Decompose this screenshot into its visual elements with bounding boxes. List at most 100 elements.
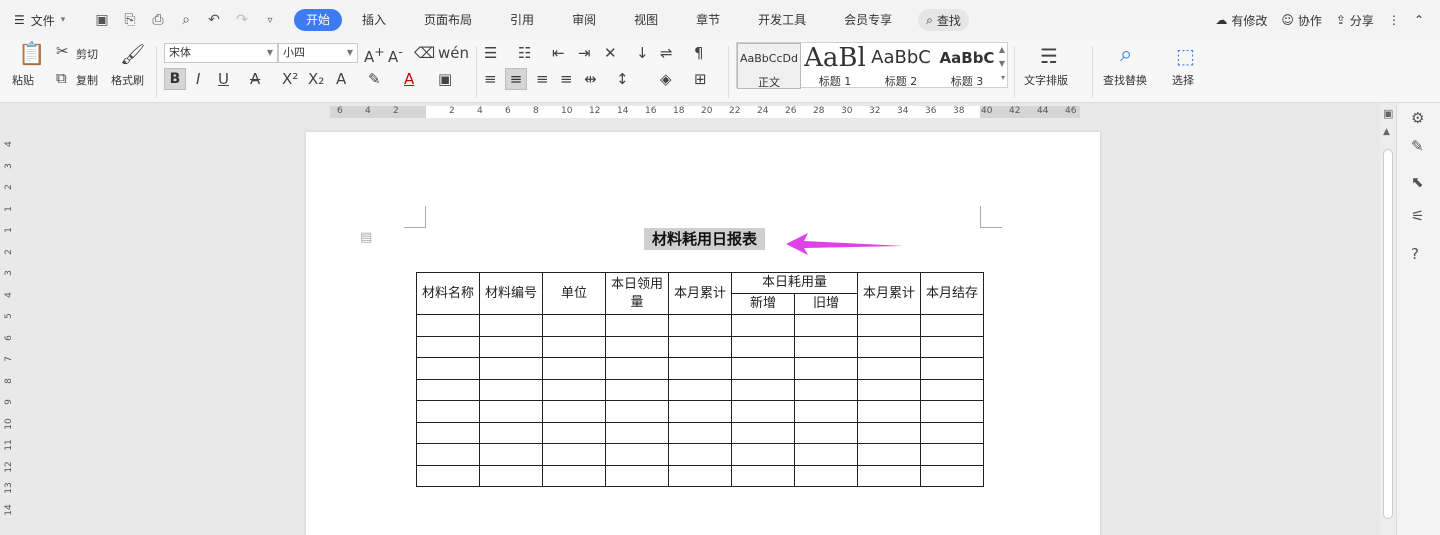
distribute-icon[interactable]: ⇹ bbox=[584, 70, 597, 88]
table-cell[interactable] bbox=[542, 443, 606, 466]
table-cell[interactable] bbox=[731, 443, 795, 466]
header-cell[interactable]: 本月累计 bbox=[857, 272, 921, 315]
justify-icon[interactable]: ≡ bbox=[560, 70, 573, 88]
find-replace-icon[interactable]: ⌕ bbox=[1120, 42, 1132, 67]
table-cell[interactable] bbox=[542, 357, 606, 380]
align-right-icon[interactable]: ≡ bbox=[536, 70, 549, 88]
brush-icon[interactable]: 🖌 bbox=[120, 42, 145, 66]
bullet-list-icon[interactable]: ☰ bbox=[484, 44, 497, 62]
table-cell[interactable] bbox=[479, 357, 543, 380]
header-cell[interactable]: 本日领用量 bbox=[605, 272, 669, 315]
table-cell[interactable] bbox=[857, 335, 921, 358]
align-left-icon[interactable]: ≡ bbox=[484, 70, 497, 88]
table-cell[interactable] bbox=[794, 357, 858, 380]
format-painter-button[interactable]: 格式刷 bbox=[111, 72, 144, 88]
document-title[interactable]: 材料耗用日报表 bbox=[644, 228, 766, 250]
style-normal[interactable]: AaBbCcDd 正文 bbox=[737, 43, 801, 89]
text-effect-icon[interactable]: A bbox=[336, 70, 346, 88]
sliders-icon[interactable]: ⚟ bbox=[1411, 207, 1424, 225]
subscript-button[interactable]: X₂ bbox=[308, 70, 324, 88]
table-cell[interactable] bbox=[605, 378, 669, 401]
view-toggle-icon[interactable]: ▣ bbox=[1383, 107, 1393, 120]
table-cell[interactable] bbox=[668, 378, 732, 401]
table-cell[interactable] bbox=[542, 335, 606, 358]
table-cell[interactable] bbox=[479, 314, 543, 337]
table-cell[interactable] bbox=[668, 464, 732, 487]
table-cell[interactable] bbox=[857, 443, 921, 466]
tab-view[interactable]: 视图 bbox=[622, 9, 670, 31]
italic-button[interactable]: I bbox=[196, 70, 200, 88]
tab-home[interactable]: 开始 bbox=[294, 9, 343, 31]
adjust-icon[interactable]: ⚙ bbox=[1411, 109, 1424, 127]
font-size-select[interactable]: 小四 ▼ bbox=[278, 43, 358, 63]
numbered-list-icon[interactable]: ☷ bbox=[518, 44, 531, 62]
bold-button[interactable]: B bbox=[164, 68, 186, 90]
scroll-up-icon[interactable]: ▲ bbox=[999, 45, 1005, 54]
share-button[interactable]: ⇪ 分享 bbox=[1336, 12, 1374, 29]
table-cell[interactable] bbox=[920, 314, 984, 337]
document-page[interactable]: ▤ 材料耗用日报表 材料名称 材料编号 单位 本日领用量 本月累计 本日耗用量 … bbox=[306, 132, 1100, 535]
table-cell[interactable] bbox=[731, 314, 795, 337]
table-cell[interactable] bbox=[731, 378, 795, 401]
header-cell[interactable]: 单位 bbox=[542, 272, 606, 315]
table-cell[interactable] bbox=[479, 443, 543, 466]
table-cell[interactable] bbox=[920, 400, 984, 423]
print-icon[interactable]: ⎙ bbox=[150, 12, 166, 28]
collapse-icon[interactable]: ⌃ bbox=[1414, 13, 1424, 27]
undo-icon[interactable]: ↶ bbox=[206, 12, 222, 28]
tab-member[interactable]: 会员专享 bbox=[832, 9, 904, 31]
modified-button[interactable]: ☁ 有修改 bbox=[1215, 12, 1267, 29]
search-button[interactable]: ⌕ 查找 bbox=[918, 9, 969, 31]
grow-font-icon[interactable]: A+ bbox=[364, 44, 385, 66]
table-cell[interactable] bbox=[479, 464, 543, 487]
highlight-icon[interactable]: ✎ bbox=[368, 70, 381, 88]
table-cell[interactable] bbox=[668, 443, 732, 466]
table-cell[interactable] bbox=[731, 421, 795, 444]
table-cell[interactable] bbox=[416, 314, 480, 337]
header-cell[interactable]: 本月累计 bbox=[668, 272, 732, 315]
collaborate-button[interactable]: ☺ 协作 bbox=[1281, 12, 1322, 29]
sort-icon[interactable]: ↓ bbox=[636, 44, 649, 62]
table-cell[interactable] bbox=[416, 357, 480, 380]
table-cell[interactable] bbox=[479, 400, 543, 423]
table-cell[interactable] bbox=[794, 335, 858, 358]
table-cell[interactable] bbox=[416, 443, 480, 466]
select-button[interactable]: 选择 bbox=[1172, 72, 1194, 88]
customize-icon[interactable]: ▿ bbox=[262, 15, 278, 26]
table-cell[interactable] bbox=[920, 378, 984, 401]
tab-developer[interactable]: 开发工具 bbox=[746, 9, 818, 31]
clear-format-icon[interactable]: ⌫ bbox=[414, 44, 435, 62]
table-cell[interactable] bbox=[668, 335, 732, 358]
header-cell[interactable]: 新增 bbox=[731, 293, 795, 315]
tab-page-layout[interactable]: 页面布局 bbox=[412, 9, 484, 31]
select-icon[interactable]: ⬚ bbox=[1176, 44, 1195, 68]
material-table[interactable]: 材料名称 材料编号 单位 本日领用量 本月累计 本日耗用量 本月累计 本月结存 … bbox=[416, 272, 984, 487]
find-replace-button[interactable]: 查找替换 bbox=[1103, 72, 1147, 88]
table-cell[interactable] bbox=[605, 421, 669, 444]
pen-icon[interactable]: ✎ bbox=[1411, 137, 1424, 155]
table-cell[interactable] bbox=[479, 335, 543, 358]
scroll-down-icon[interactable]: ▼ bbox=[999, 59, 1005, 68]
expand-gallery-icon[interactable]: ▾ bbox=[1001, 73, 1005, 82]
align-center-button[interactable]: ≡ bbox=[505, 68, 527, 90]
table-cell[interactable] bbox=[857, 400, 921, 423]
table-cell[interactable] bbox=[542, 464, 606, 487]
save-icon[interactable]: ▣ bbox=[94, 12, 110, 28]
char-border-icon[interactable]: ▣ bbox=[438, 70, 452, 88]
table-cell[interactable] bbox=[920, 357, 984, 380]
underline-button[interactable]: U bbox=[218, 70, 229, 88]
table-cell[interactable] bbox=[605, 464, 669, 487]
style-heading-3[interactable]: AaBbC 标题 3 bbox=[935, 43, 999, 89]
header-cell[interactable]: 本月结存 bbox=[920, 272, 984, 315]
table-cell[interactable] bbox=[668, 314, 732, 337]
header-cell[interactable]: 旧增 bbox=[794, 293, 858, 315]
table-cell[interactable] bbox=[605, 443, 669, 466]
table-cell[interactable] bbox=[857, 314, 921, 337]
help-icon[interactable]: ? bbox=[1411, 245, 1419, 263]
vertical-scrollbar[interactable]: ▣ ▲ bbox=[1380, 103, 1396, 535]
table-cell[interactable] bbox=[668, 400, 732, 423]
table-cell[interactable] bbox=[857, 421, 921, 444]
table-cell[interactable] bbox=[731, 464, 795, 487]
table-cell[interactable] bbox=[416, 400, 480, 423]
table-cell[interactable] bbox=[542, 400, 606, 423]
